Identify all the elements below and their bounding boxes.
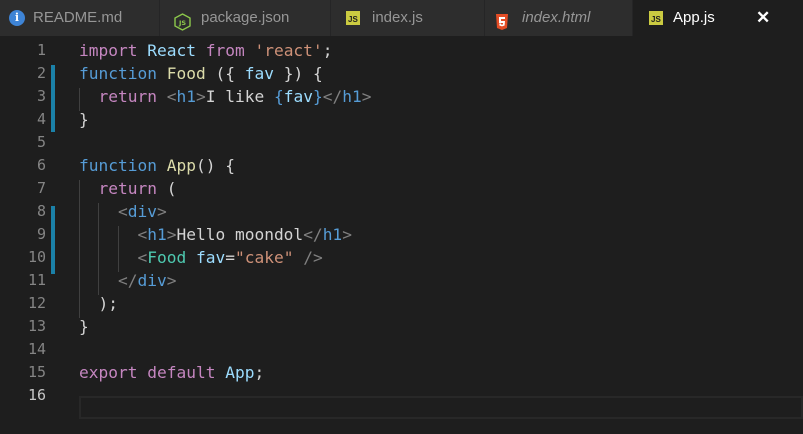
code-text: return (: [98, 179, 177, 198]
code-line: 4 }: [0, 108, 803, 131]
close-icon[interactable]: ✕: [756, 0, 770, 36]
code-line: 6 function App() {: [0, 154, 803, 177]
js-icon: JS: [346, 11, 360, 25]
code-text: }: [79, 317, 89, 336]
line-number: 6: [36, 156, 46, 174]
code-line: 11 </div>: [0, 269, 803, 292]
line-number: 8: [36, 202, 46, 220]
line-number: 11: [27, 271, 46, 289]
tab-index-html[interactable]: index.html: [485, 0, 632, 36]
code-line: 15 export default App;: [0, 361, 803, 384]
code-line: 8 <div>: [0, 200, 803, 223]
line-number: 10: [27, 248, 46, 266]
code-text: }: [79, 110, 89, 129]
code-line: 12 );: [0, 292, 803, 315]
code-text: );: [98, 294, 119, 313]
code-line: 14: [0, 338, 803, 361]
line-number: 3: [36, 87, 46, 105]
tab-label: index.html: [522, 9, 591, 26]
tab-label: App.js: [673, 9, 715, 26]
code-line: 3 return <h1>I like {fav}</h1>: [0, 85, 803, 108]
code-editor[interactable]: 1 import React from 'react'; 2 function …: [0, 36, 803, 434]
code-text: </div>: [117, 271, 177, 290]
code-line: 9 <h1>Hello moondol</h1>: [0, 223, 803, 246]
tab-index-js[interactable]: JS index.js: [331, 0, 484, 36]
code-line: 5: [0, 131, 803, 154]
line-number: 7: [36, 179, 46, 197]
svg-text:JS: JS: [178, 19, 186, 27]
code-text: function Food ({ fav }) {: [79, 64, 323, 83]
code-text: import React from 'react';: [79, 41, 333, 60]
code-text: <Food fav="cake" />: [137, 248, 323, 267]
line-number: 12: [27, 294, 46, 312]
code-text: <div>: [117, 202, 167, 221]
line-number: 16: [27, 386, 46, 404]
line-number: 2: [36, 64, 46, 82]
tab-bar: i README.md JS package.json JS index.js …: [0, 0, 803, 36]
info-icon: i: [9, 10, 25, 26]
html5-icon: [495, 9, 509, 30]
tab-label: index.js: [372, 9, 423, 26]
code-line: 16: [0, 384, 803, 407]
code-text: <h1>Hello moondol</h1>: [137, 225, 352, 244]
code-text: return <h1>I like {fav}</h1>: [98, 87, 372, 106]
js-icon: JS: [649, 11, 663, 25]
code-text: export default App;: [79, 363, 265, 382]
tab-package-json[interactable]: JS package.json: [160, 0, 330, 36]
code-line: 1 import React from 'react';: [0, 39, 803, 62]
tab-label: package.json: [201, 9, 290, 26]
code-line: 2 function Food ({ fav }) {: [0, 62, 803, 85]
line-number: 9: [36, 225, 46, 243]
tab-app-js[interactable]: JS App.js ✕: [633, 0, 803, 36]
tab-readme[interactable]: i README.md: [0, 0, 159, 36]
line-number: 1: [36, 41, 46, 59]
code-line: 7 return (: [0, 177, 803, 200]
line-number: 14: [27, 340, 46, 358]
line-number: 13: [27, 317, 46, 335]
tab-label: README.md: [33, 9, 123, 26]
code-line: 13 }: [0, 315, 803, 338]
code-text: function App() {: [79, 156, 235, 175]
nodejs-icon: JS: [174, 9, 191, 31]
code-line: 10 <Food fav="cake" />: [0, 246, 803, 269]
line-number: 4: [36, 110, 46, 128]
line-number: 5: [36, 133, 46, 151]
line-number: 15: [27, 363, 46, 381]
